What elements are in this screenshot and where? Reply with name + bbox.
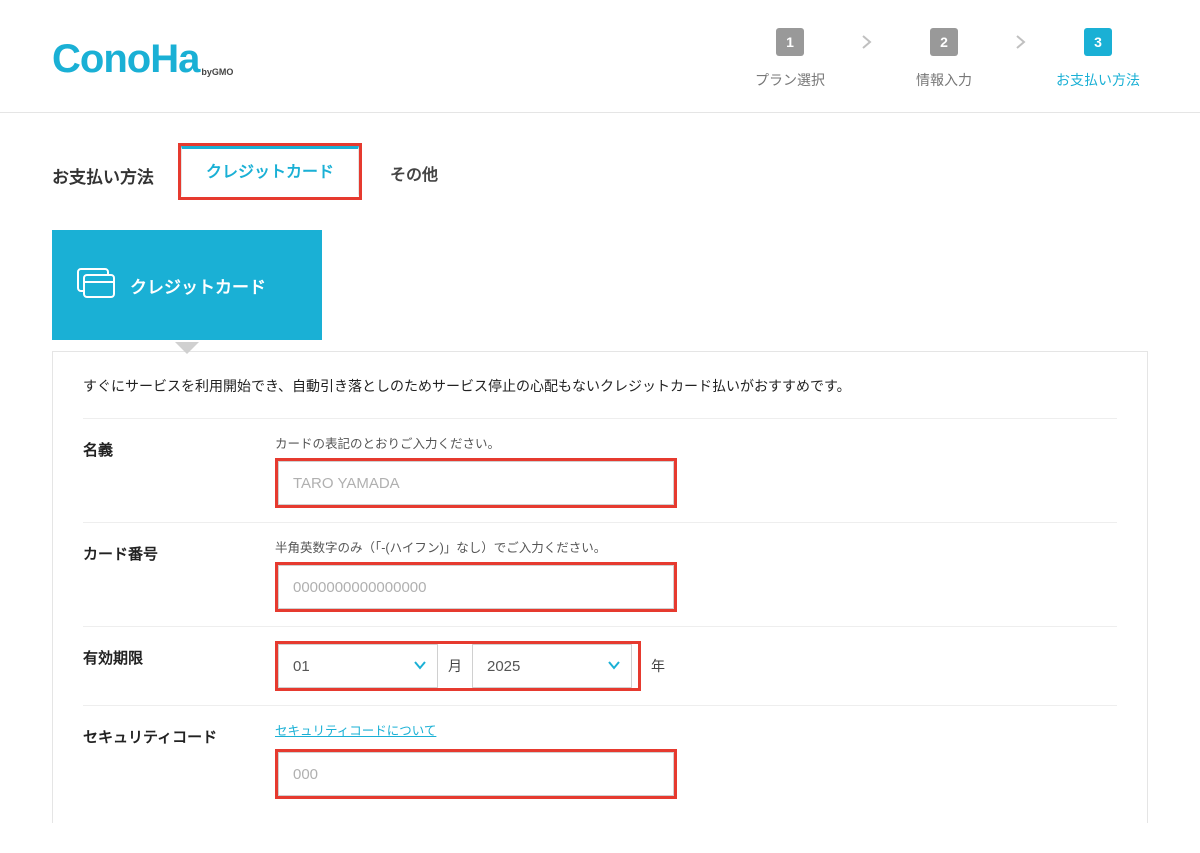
step-1-num: 1 — [776, 28, 804, 56]
row-name: 名義 カードの表記のとおりご入力ください。 — [83, 418, 1117, 522]
label-security: セキュリティコード — [83, 720, 275, 747]
hint-number: 半角英数字のみ（「-(ハイフン)」なし）でご入力ください。 — [275, 537, 1117, 556]
hint-name: カードの表記のとおりご入力ください。 — [275, 433, 1117, 452]
step-3: 3 お支払い方法 — [1048, 28, 1148, 90]
chevron-right-icon — [852, 28, 882, 56]
highlight-box: 01 月 2025 — [275, 641, 641, 691]
step-2-num: 2 — [930, 28, 958, 56]
info-text: すぐにサービスを利用開始でき、自動引き落としのためサービス停止の心配もないクレジ… — [83, 376, 1117, 396]
step-2-label: 情報入力 — [916, 70, 972, 90]
form-panel: すぐにサービスを利用開始でき、自動引き落としのためサービス停止の心配もないクレジ… — [52, 351, 1148, 823]
row-number: カード番号 半角英数字のみ（「-(ハイフン)」なし）でご入力ください。 — [83, 522, 1117, 626]
security-code-info-link[interactable]: セキュリティコードについて — [275, 720, 436, 739]
expiry-year-select[interactable]: 2025 — [472, 644, 632, 688]
card-number-input[interactable] — [278, 565, 674, 609]
label-name: 名義 — [83, 433, 275, 460]
payment-tabs: お支払い方法 クレジットカード その他 — [52, 143, 1148, 200]
security-code-input[interactable] — [278, 752, 674, 796]
row-expiry: 有効期限 01 月 2025 — [83, 626, 1117, 705]
highlight-box — [275, 458, 677, 508]
step-1-label: プラン選択 — [755, 70, 825, 90]
year-unit: 年 — [651, 656, 665, 676]
card-tile-wrap: クレジットカード — [52, 230, 1148, 354]
step-3-label: お支払い方法 — [1056, 70, 1140, 90]
row-security: セキュリティコード セキュリティコードについて — [83, 705, 1117, 813]
expiry-month-select[interactable]: 01 — [278, 644, 438, 688]
wizard-steps: 1 プラン選択 2 情報入力 3 お支払い方法 — [740, 28, 1148, 90]
label-number: カード番号 — [83, 537, 275, 564]
highlight-box — [275, 749, 677, 799]
step-3-num: 3 — [1084, 28, 1112, 56]
tab-other[interactable]: その他 — [366, 149, 462, 200]
credit-card-tile-label: クレジットカード — [130, 273, 266, 298]
logo-subtext: byGMO — [201, 67, 233, 77]
highlight-box — [275, 562, 677, 612]
tab-credit-card[interactable]: クレジットカード — [181, 146, 359, 197]
credit-card-tile[interactable]: クレジットカード — [52, 230, 322, 340]
month-unit: 月 — [448, 656, 462, 676]
step-2: 2 情報入力 — [894, 28, 994, 90]
credit-card-icon — [76, 267, 116, 304]
tabs-heading: お支払い方法 — [52, 151, 154, 200]
highlight-box: クレジットカード — [178, 143, 362, 200]
logo: ConoHa byGMO — [52, 37, 233, 82]
step-1: 1 プラン選択 — [740, 28, 840, 90]
chevron-right-icon — [1006, 28, 1036, 56]
label-expiry: 有効期限 — [83, 641, 275, 668]
cardholder-name-input[interactable] — [278, 461, 674, 505]
logo-text: ConoHa — [52, 37, 199, 82]
